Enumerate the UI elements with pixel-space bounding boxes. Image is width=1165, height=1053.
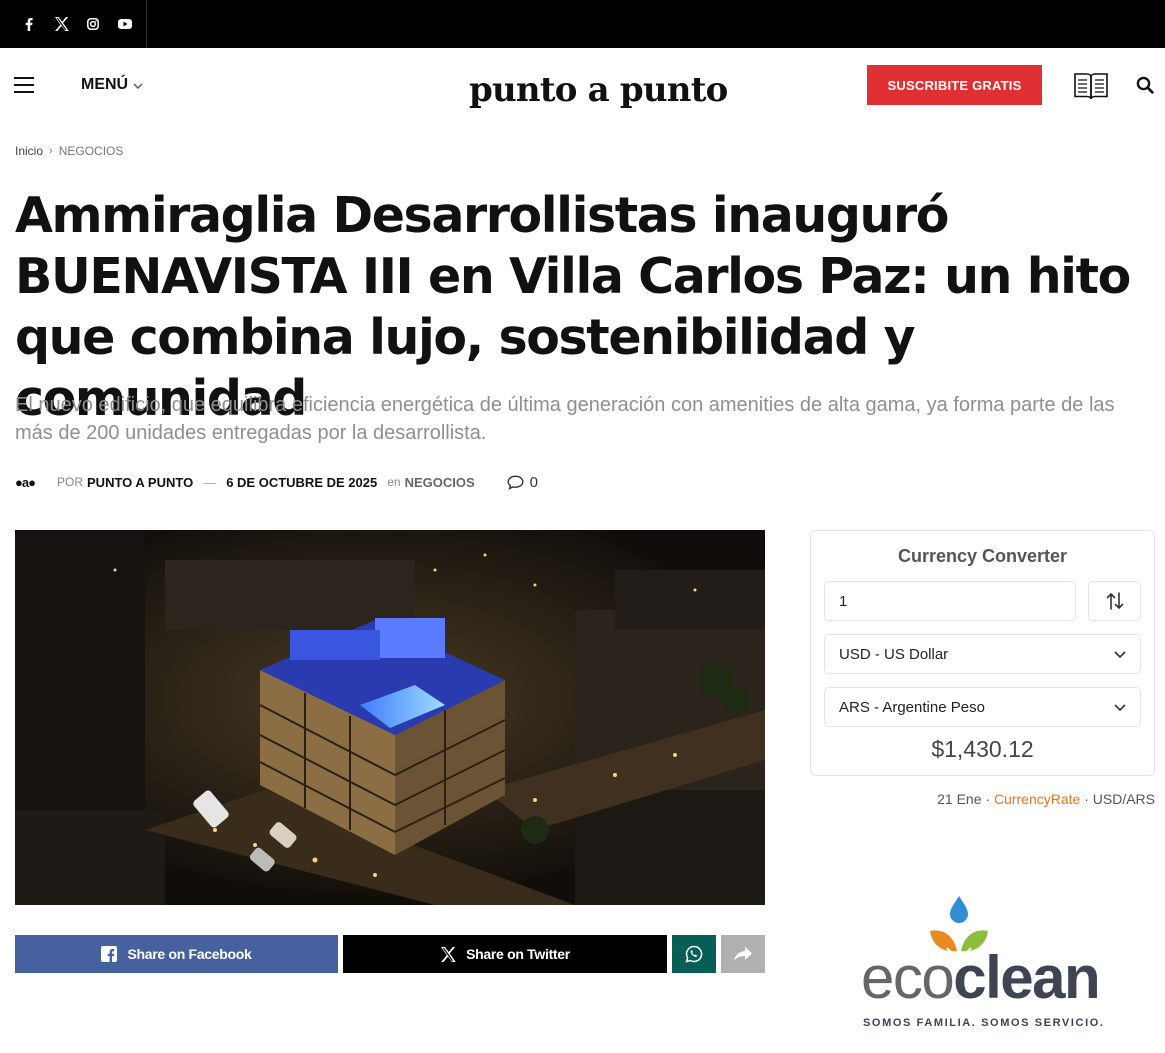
in-label: en [387, 475, 401, 489]
publish-date: 6 DE OCTUBRE DE 2025 [226, 474, 378, 490]
rate-date: 21 Ene [937, 791, 982, 807]
comments-link[interactable]: 0 [507, 474, 538, 491]
swap-arrows-icon [1106, 592, 1123, 610]
site-logo[interactable]: punto a punto [469, 70, 728, 110]
to-currency-select[interactable]: ARS - Argentine Peso [824, 687, 1141, 727]
site-header: MENÚ punto a punto SUSCRIBITE GRATIS [0, 48, 1165, 128]
facebook-icon[interactable] [18, 13, 40, 35]
ecoclean-wordmark-eco: eco [861, 944, 955, 1011]
hamburger-menu-icon[interactable] [14, 77, 34, 93]
ecoclean-wordmark-clean: clean [953, 944, 1100, 1011]
share-facebook-button[interactable]: Share on Facebook [15, 935, 338, 973]
chevron-down-icon [133, 83, 143, 89]
by-label: POR [57, 475, 84, 489]
menu-label: MENÚ [81, 76, 129, 93]
facebook-icon [101, 946, 118, 962]
currency-pair: USD/ARS [1092, 791, 1155, 807]
currency-converter-widget: Currency Converter 1 USD - US Dollar ARS… [810, 530, 1155, 776]
swap-currencies-button[interactable] [1088, 581, 1141, 621]
meta-dash: — [203, 474, 217, 490]
share-twitter-button[interactable]: Share on Twitter [343, 935, 667, 973]
article-meta: ●a● POR PUNTO A PUNTO — 6 DE OCTUBRE DE … [15, 472, 538, 492]
author-link[interactable]: PUNTO A PUNTO [87, 475, 193, 490]
from-currency-select[interactable]: USD - US Dollar [824, 634, 1141, 674]
share-twitter-label: Share on Twitter [466, 946, 570, 962]
chevron-down-icon [1114, 650, 1126, 658]
share-facebook-label: Share on Facebook [127, 946, 252, 962]
ecoclean-tagline: SOMOS FAMILIA. SOMOS SERVICIO. [863, 1017, 1105, 1029]
comment-count: 0 [529, 473, 538, 491]
amount-input[interactable]: 1 [824, 581, 1076, 621]
currency-converter-title: Currency Converter [897, 546, 1068, 566]
to-currency-value: ARS - Argentine Peso [839, 698, 985, 716]
article-subtitle: El nuevo edificio, que equilibra eficien… [15, 394, 1115, 444]
breadcrumb-category[interactable]: NEGOCIOS [59, 144, 124, 158]
menu-toggle[interactable]: MENÚ [81, 76, 143, 94]
x-icon[interactable] [50, 13, 72, 35]
comment-icon [507, 474, 524, 490]
open-book-icon[interactable] [1073, 72, 1109, 107]
breadcrumb: Inicio › NEGOCIOS [15, 144, 123, 158]
share-more-button[interactable] [721, 935, 765, 973]
breadcrumb-home-link[interactable]: Inicio [15, 144, 43, 158]
ecoclean-ad[interactable]: ecoclean SOMOS FAMILIA. SOMOS SERVICIO. [855, 893, 1115, 1038]
youtube-icon[interactable] [114, 13, 136, 35]
share-arrow-icon [734, 947, 752, 961]
ecoclean-wordmark: ecoclean [861, 943, 1101, 1013]
whatsapp-icon [685, 945, 703, 963]
top-social-bar [0, 0, 1165, 48]
search-icon[interactable] [1136, 76, 1154, 99]
currencyrate-link[interactable]: CurrencyRate [994, 791, 1080, 807]
category-link[interactable]: NEGOCIOS [405, 475, 475, 490]
share-whatsapp-button[interactable] [672, 935, 716, 973]
currency-converter-footer: 21 Ene · CurrencyRate · USD/ARS [810, 791, 1155, 807]
breadcrumb-separator: › [49, 145, 53, 157]
x-icon [441, 946, 456, 962]
author-avatar[interactable]: ●a● [15, 472, 47, 492]
social-icons [0, 0, 147, 48]
footer-separator: · [981, 791, 994, 807]
chevron-down-icon [1114, 703, 1126, 711]
featured-image[interactable] [15, 530, 765, 905]
conversion-result: $1,430.12 [931, 736, 1034, 762]
subscribe-button[interactable]: SUSCRIBITE GRATIS [867, 65, 1042, 105]
footer-separator: · [1080, 791, 1093, 807]
instagram-icon[interactable] [82, 13, 104, 35]
from-currency-value: USD - US Dollar [839, 645, 949, 663]
